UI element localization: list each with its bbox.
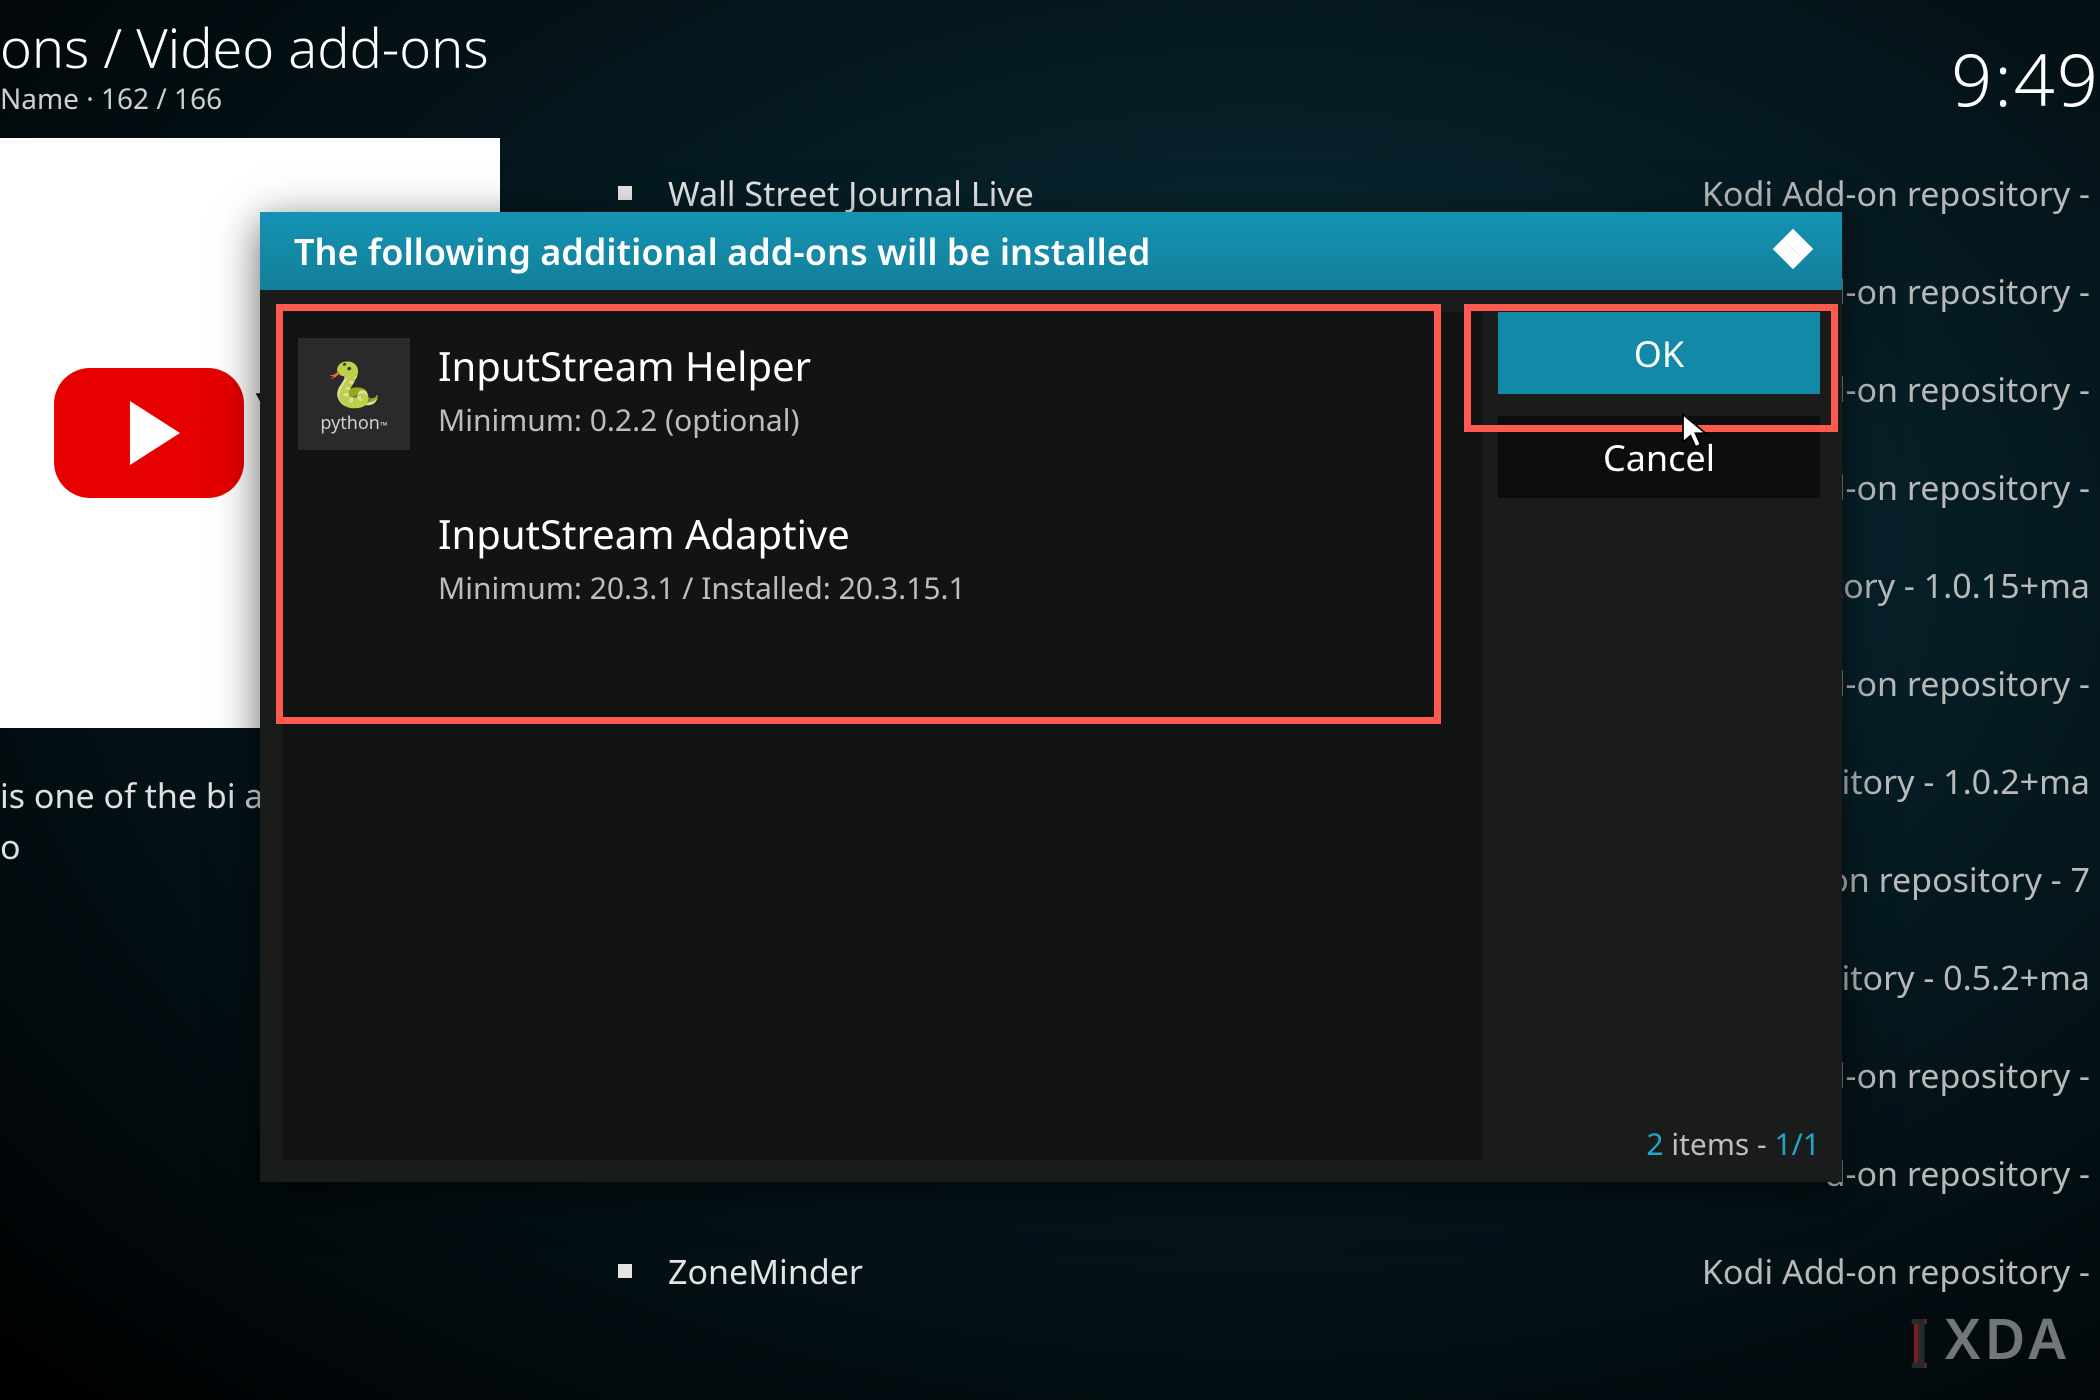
watermark: [ ] XDA [1910, 1300, 2070, 1376]
dialog-title: The following additional add-ons will be… [294, 227, 1150, 276]
kodi-logo-icon [1770, 226, 1816, 277]
page-clock: 9:49 [1951, 30, 2100, 128]
dependency-title: InputStream Adaptive [438, 506, 966, 561]
addon-source: sitory - 1.0.2+ma [1825, 758, 2090, 804]
addon-source: d-on repository - [1825, 464, 2090, 510]
watermark-bracket-right: ] [1910, 1300, 1932, 1376]
header-subtitle: Name · 162 / 166 [0, 80, 222, 118]
dependency-item[interactable]: 🐍python™ InputStream Helper Minimum: 0.2.2… [282, 312, 1482, 480]
empty-icon [298, 506, 410, 618]
addon-source: sitory - 0.5.2+ma [1825, 954, 2090, 1000]
addon-source: -on repository - 7 [1817, 856, 2090, 902]
addon-source: d-on repository - [1825, 366, 2090, 412]
addon-source: Kodi Add-on repository - [1702, 170, 2090, 216]
bullet-icon [618, 1264, 632, 1278]
addon-source: d-on repository - [1825, 1150, 2090, 1196]
watermark-text: XDA [1945, 1300, 2070, 1376]
bullet-icon [618, 186, 632, 200]
dependency-subtitle: Minimum: 20.3.1 / Installed: 20.3.15.1 [438, 567, 966, 608]
dependency-list[interactable]: 🐍python™ InputStream Helper Minimum: 0.2.2… [282, 312, 1482, 1160]
cancel-button[interactable]: Cancel [1498, 416, 1820, 498]
addon-source: d-on repository - [1825, 1052, 2090, 1098]
addon-source: Kodi Add-on repository - [1702, 1248, 2090, 1294]
list-item[interactable]: ZoneMinderKodi Add-on repository - [612, 1222, 2100, 1320]
dependency-dialog: The following additional add-ons will be… [260, 212, 1842, 1182]
dialog-item-count: 2 items - 1/1 [1646, 1123, 1820, 1164]
ok-button[interactable]: OK [1498, 312, 1820, 394]
youtube-play-icon [54, 368, 244, 498]
dependency-title: InputStream Helper [438, 338, 811, 393]
breadcrumb: ons / Video add-ons [0, 10, 489, 84]
python-module-icon: 🐍python™ [298, 338, 410, 450]
addon-source: sitory - 1.0.15+ma [1806, 562, 2090, 608]
dependency-item[interactable]: InputStream Adaptive Minimum: 20.3.1 / In… [282, 480, 1482, 648]
dialog-actions: OK Cancel 2 items - 1/1 [1482, 290, 1842, 1182]
addon-name: ZoneMinder [668, 1248, 1702, 1294]
dialog-header: The following additional add-ons will be… [260, 212, 1842, 290]
dependency-subtitle: Minimum: 0.2.2 (optional) [438, 399, 811, 440]
addon-name: Wall Street Journal Live [668, 170, 1702, 216]
addon-source: d-on repository - [1825, 660, 2090, 706]
addon-source: d-on repository - [1825, 268, 2090, 314]
